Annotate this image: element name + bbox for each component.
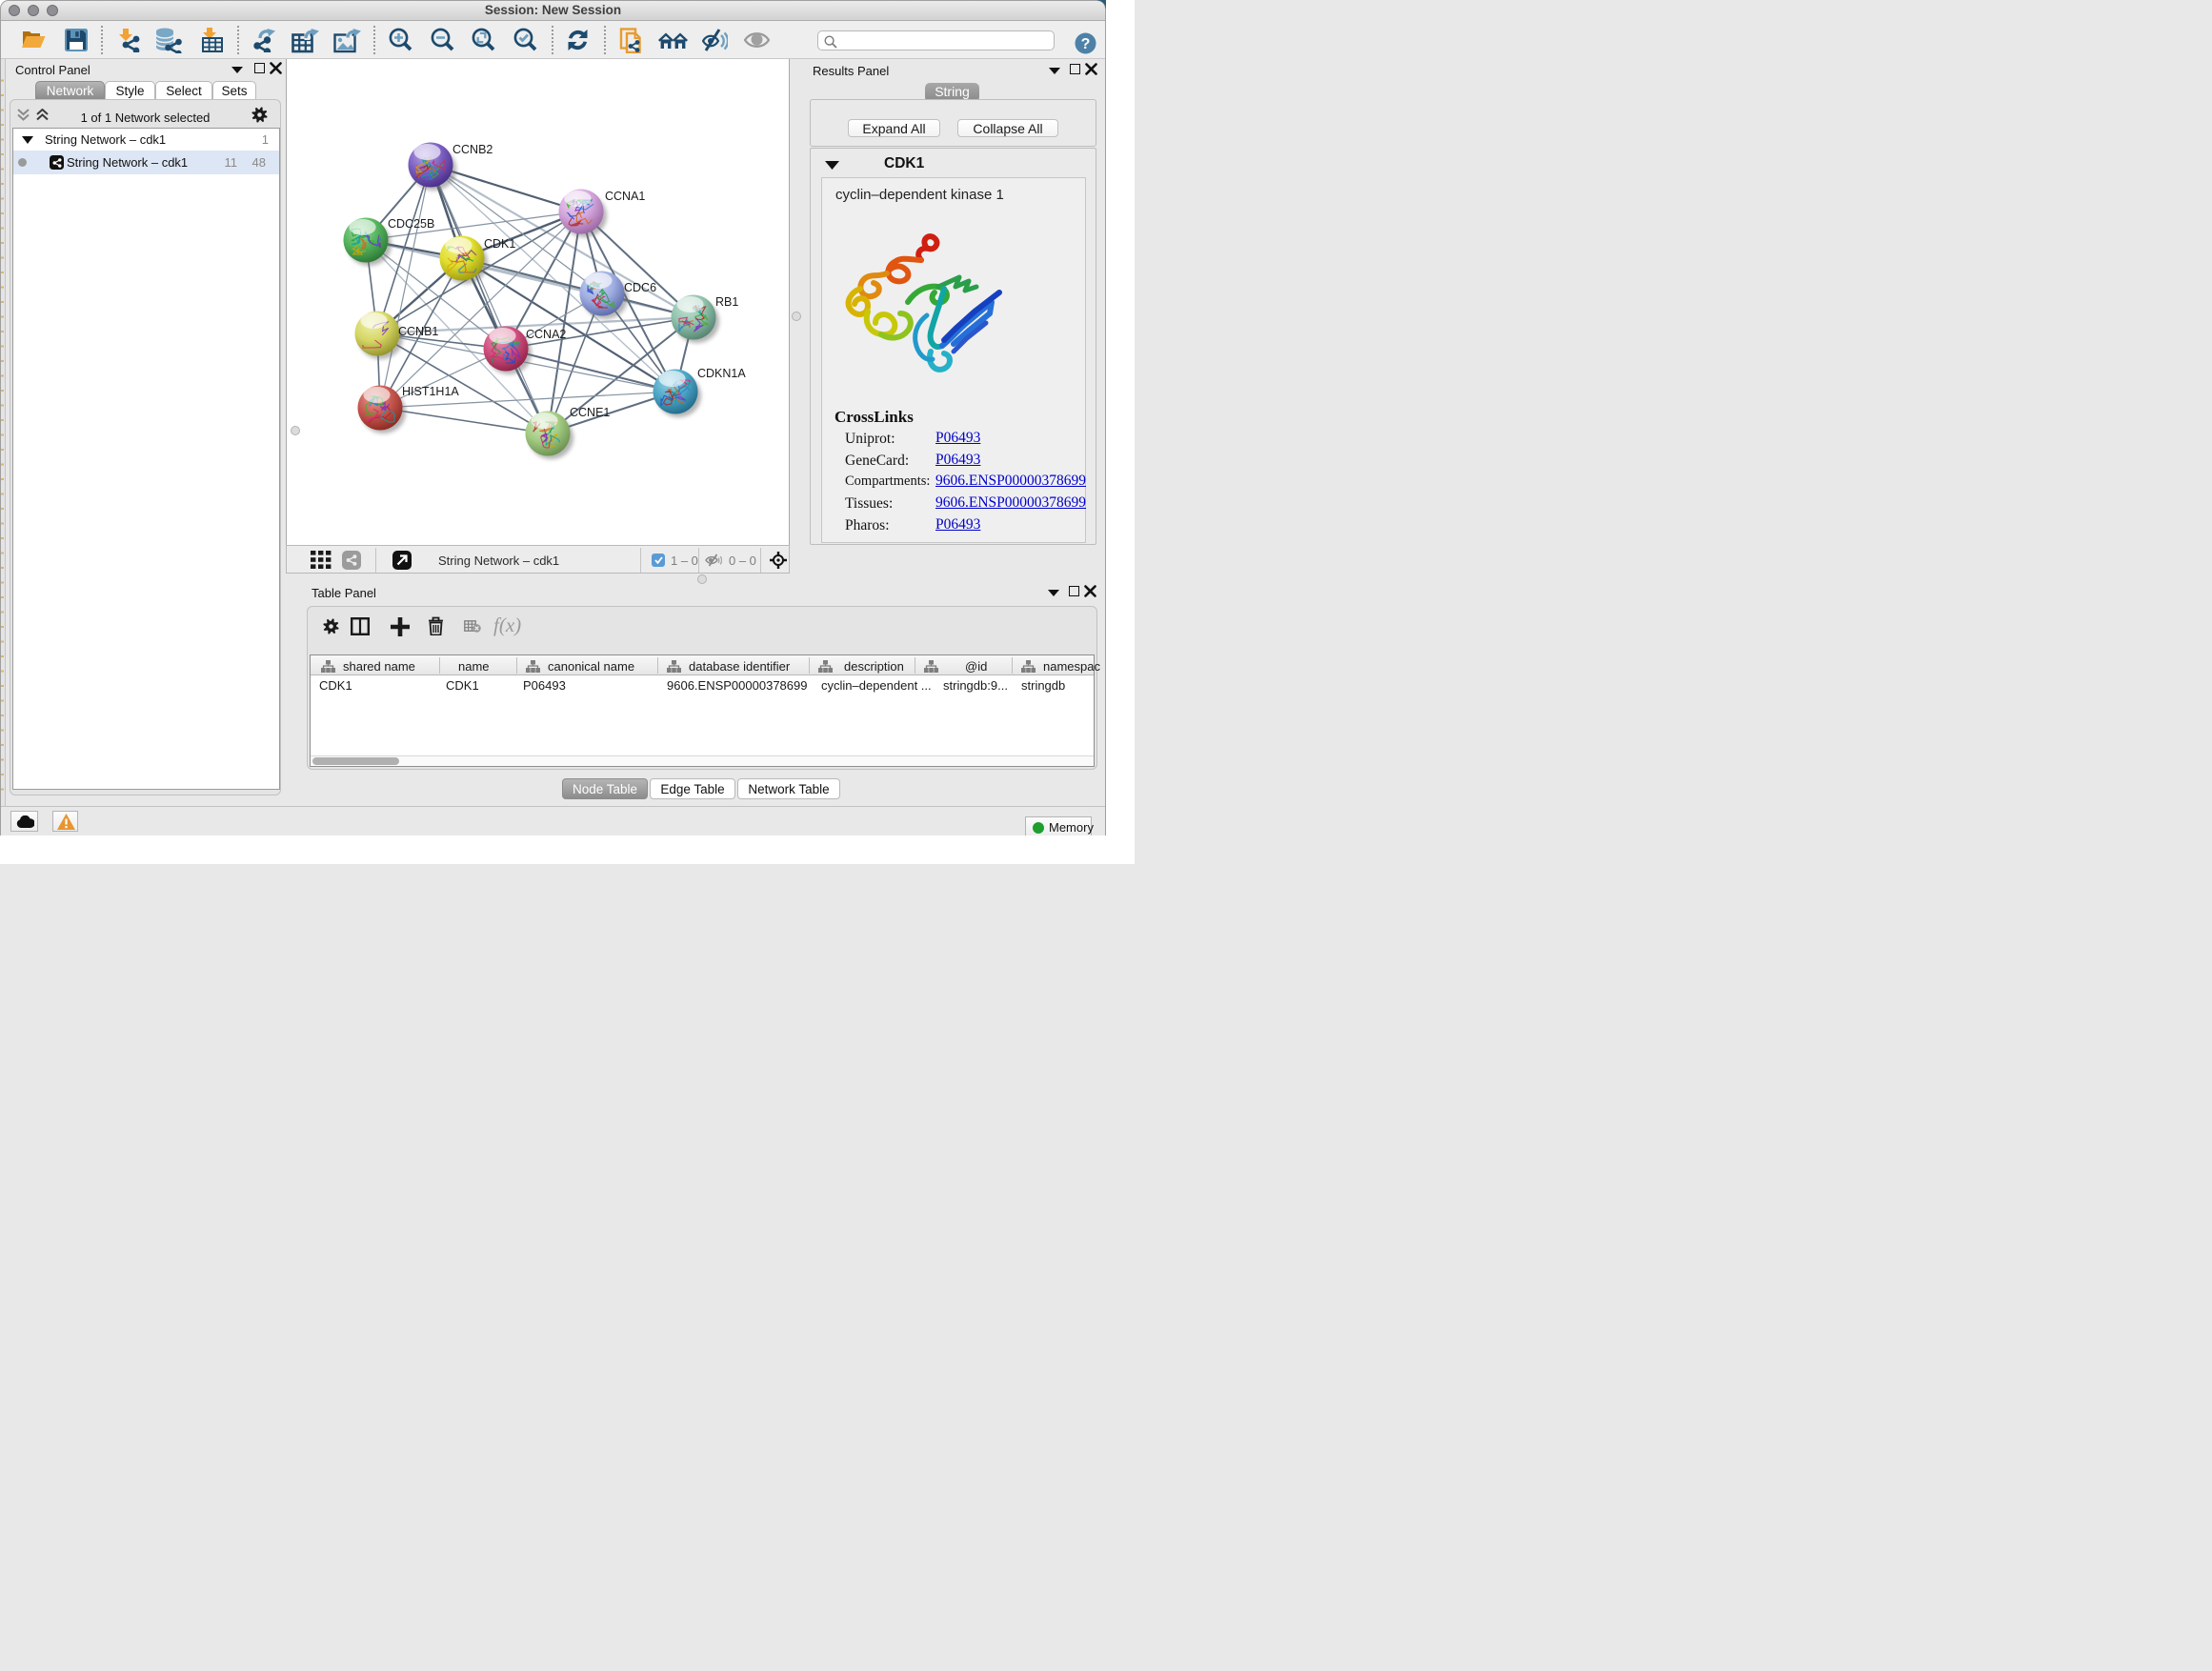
svg-text:CCNE1: CCNE1 bbox=[570, 406, 610, 419]
svg-text:CCNB1: CCNB1 bbox=[398, 325, 438, 338]
svg-text:HIST1H1A: HIST1H1A bbox=[402, 385, 459, 398]
svg-text:CCNA2: CCNA2 bbox=[526, 328, 566, 341]
svg-text:CDC6: CDC6 bbox=[624, 281, 656, 294]
svg-text:?: ? bbox=[1081, 36, 1091, 52]
svg-text:RB1: RB1 bbox=[715, 295, 738, 309]
svg-text:CCNB2: CCNB2 bbox=[452, 143, 493, 156]
svg-text:CDKN1A: CDKN1A bbox=[697, 367, 746, 380]
svg-text:CCNA1: CCNA1 bbox=[605, 190, 645, 203]
svg-text:CDK1: CDK1 bbox=[484, 237, 515, 251]
svg-text:CDC25B: CDC25B bbox=[388, 217, 434, 231]
